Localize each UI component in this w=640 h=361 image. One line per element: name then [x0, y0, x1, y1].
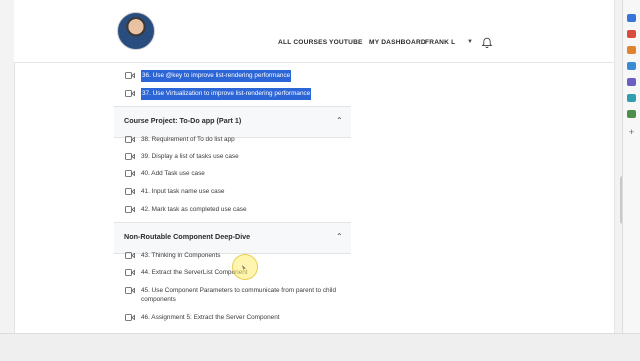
- video-icon: [125, 269, 135, 276]
- lecture-title: 41. Input task name use case: [141, 188, 225, 195]
- nav-my-dashboard[interactable]: MY DASHBOARD: [369, 39, 426, 46]
- video-icon: [125, 206, 135, 213]
- nav-youtube[interactable]: YOUTUBE: [329, 39, 363, 46]
- site-header: [14, 0, 614, 63]
- video-icon: [125, 287, 135, 294]
- lecture-title: 42. Mark task as completed use case: [141, 206, 247, 213]
- video-icon: [125, 188, 135, 195]
- chevron-up-icon[interactable]: ⌃: [336, 232, 343, 241]
- extension-icon[interactable]: [627, 30, 636, 38]
- extension-icon[interactable]: [627, 14, 636, 22]
- lecture-title: 40. Add Task use case: [141, 170, 205, 177]
- video-icon: [125, 72, 135, 79]
- bell-icon[interactable]: [481, 37, 493, 49]
- caret-down-icon[interactable]: ▼: [467, 39, 473, 45]
- add-icon[interactable]: +: [627, 128, 636, 137]
- lecture-title: 39. Display a list of tasks use case: [141, 153, 239, 160]
- lecture-title: 38. Requirement of To do list app: [141, 136, 235, 143]
- lecture-title: 43. Thinking in Components: [141, 252, 221, 259]
- extension-icon[interactable]: [627, 110, 636, 118]
- lecture-title: 36. Use @key to improve list-rendering p…: [141, 70, 292, 82]
- video-icon: [125, 170, 135, 177]
- video-icon: [125, 136, 135, 143]
- window-bottom-edge: [0, 333, 640, 361]
- video-icon: [125, 314, 135, 321]
- lecture-title: 37. Use Virtualization to improve list-r…: [141, 88, 312, 100]
- section-title: Course Project: To-Do app (Part 1): [124, 116, 242, 125]
- video-icon: [125, 90, 135, 97]
- lecture-title: 46. Assignment 5: Extract the Server Com…: [141, 314, 280, 321]
- user-menu[interactable]: FRANK L: [425, 39, 455, 46]
- user-avatar[interactable]: [117, 12, 155, 50]
- nav-all-courses[interactable]: ALL COURSES: [278, 39, 327, 46]
- chevron-up-icon[interactable]: ⌃: [336, 116, 343, 125]
- video-icon: [125, 252, 135, 259]
- extension-icon[interactable]: [627, 78, 636, 86]
- extension-icon[interactable]: [627, 46, 636, 54]
- extension-icon[interactable]: [627, 62, 636, 70]
- section-title: Non-Routable Component Deep-Dive: [124, 232, 251, 241]
- video-icon: [125, 153, 135, 160]
- extension-icon[interactable]: [627, 94, 636, 102]
- lecture-title: 45. Use Component Parameters to communic…: [141, 287, 337, 303]
- cursor-highlight: [232, 254, 258, 280]
- window-left-edge: [0, 0, 15, 360]
